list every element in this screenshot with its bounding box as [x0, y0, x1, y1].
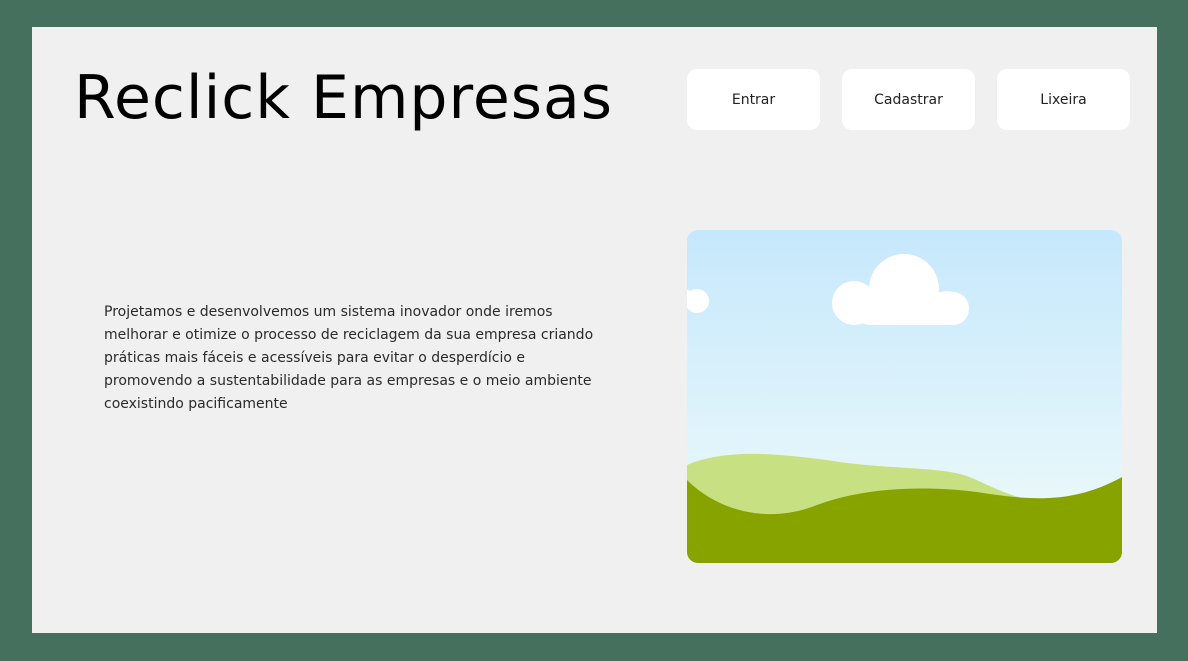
entrar-button[interactable]: Entrar [687, 69, 820, 130]
description-text: Projetamos e desenvolvemos um sistema in… [104, 304, 594, 412]
main-card: Reclick Empresas Entrar Cadastrar Lixeir… [32, 27, 1157, 633]
page-title: Reclick Empresas [74, 63, 614, 133]
cadastrar-button[interactable]: Cadastrar [842, 69, 975, 130]
landscape-image [687, 230, 1122, 563]
landscape-illustration [687, 230, 1122, 563]
lixeira-button[interactable]: Lixeira [997, 69, 1130, 130]
